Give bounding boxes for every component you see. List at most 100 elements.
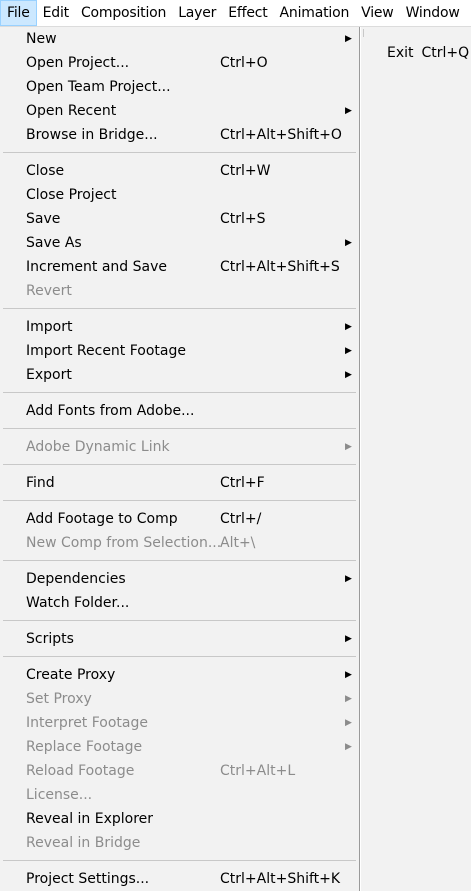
menu-separator xyxy=(0,459,359,471)
menu-item-shortcut: Ctrl+Alt+L xyxy=(220,763,296,779)
submenu-arrow-icon: ▶ xyxy=(345,106,352,116)
menu-item-label: New Comp from Selection... xyxy=(26,535,222,551)
menu-item-label: Save xyxy=(26,211,61,227)
menu-separator xyxy=(0,855,359,867)
menu-item-import-recent-footage[interactable]: Import Recent Footage ▶ xyxy=(0,339,359,363)
menu-item-shortcut: Ctrl+Q xyxy=(421,45,470,61)
submenu-arrow-icon: ▶ xyxy=(345,742,352,752)
menu-item-reveal-in-explorer[interactable]: Reveal in Explorer xyxy=(0,807,359,831)
submenu-arrow-icon: ▶ xyxy=(345,322,352,332)
separator-line xyxy=(3,620,356,621)
menu-item-label: Increment and Save xyxy=(26,259,167,275)
menu-item-label: Open Project... xyxy=(26,55,130,71)
menubar-window[interactable]: Window xyxy=(400,0,466,26)
submenu-arrow-icon: ▶ xyxy=(345,442,352,452)
menu-item-exit[interactable]: Exit Ctrl+Q xyxy=(387,41,469,65)
menubar-file[interactable]: File xyxy=(0,0,37,26)
menu-item-shortcut: Ctrl+S xyxy=(220,211,266,227)
menu-item-shortcut: Ctrl+W xyxy=(220,163,271,179)
submenu-arrow-icon: ▶ xyxy=(345,34,352,44)
menubar-effect[interactable]: Effect xyxy=(222,0,273,26)
menu-item-label: Revert xyxy=(26,283,72,299)
menu-item-adobe-dynamic-link: Adobe Dynamic Link ▶ xyxy=(0,435,359,459)
menu-item-add-fonts-from-adobe[interactable]: Add Fonts from Adobe... xyxy=(0,399,359,423)
menu-item-shortcut: Alt+\ xyxy=(220,535,256,551)
menu-item-shortcut: Ctrl+/ xyxy=(220,511,262,527)
separator-line xyxy=(3,500,356,501)
menu-item-label: Open Team Project... xyxy=(26,79,171,95)
menu-item-close-project[interactable]: Close Project xyxy=(0,183,359,207)
menu-item-label: Export xyxy=(26,367,72,383)
menu-item-shortcut: Ctrl+F xyxy=(220,475,265,491)
menu-bar: File Edit Composition Layer Effect Animation V… xyxy=(0,0,471,27)
menu-item-label: License... xyxy=(26,787,93,803)
menu-item-label: Dependencies xyxy=(26,571,126,587)
submenu-arrow-icon: ▶ xyxy=(345,574,352,584)
menu-item-replace-footage: Replace Footage ▶ xyxy=(0,735,359,759)
submenu-arrow-icon: ▶ xyxy=(345,634,352,644)
menu-item-label: Reveal in Explorer xyxy=(26,811,154,827)
menu-item-label: Save As xyxy=(26,235,82,251)
separator-line xyxy=(3,656,356,657)
menu-separator xyxy=(0,423,359,435)
menu-item-label: Add Footage to Comp xyxy=(26,511,178,527)
menu-item-project-settings[interactable]: Project Settings... Ctrl+Alt+Shift+K xyxy=(0,867,359,891)
menu-item-new-comp-from-selection: New Comp from Selection... Alt+\ xyxy=(0,531,359,555)
menu-item-find[interactable]: Find Ctrl+F xyxy=(0,471,359,495)
menu-item-shortcut: Ctrl+Alt+Shift+S xyxy=(220,259,340,275)
menu-item-create-proxy[interactable]: Create Proxy ▶ xyxy=(0,663,359,687)
menu-item-increment-and-save[interactable]: Increment and Save Ctrl+Alt+Shift+S xyxy=(0,255,359,279)
menu-item-label: Open Recent xyxy=(26,103,117,119)
menu-item-label: Create Proxy xyxy=(26,667,116,683)
menubar-view[interactable]: View xyxy=(355,0,399,26)
file-menu-overflow-column: Exit Ctrl+Q xyxy=(361,27,471,891)
menu-item-label: Scripts xyxy=(26,631,74,647)
menubar-composition[interactable]: Composition xyxy=(75,0,172,26)
menubar-edit[interactable]: Edit xyxy=(37,0,75,26)
menu-item-label: Find xyxy=(26,475,55,491)
menu-item-save-as[interactable]: Save As ▶ xyxy=(0,231,359,255)
menu-item-watch-folder[interactable]: Watch Folder... xyxy=(0,591,359,615)
menu-item-label: Project Settings... xyxy=(26,871,150,887)
submenu-arrow-icon: ▶ xyxy=(345,694,352,704)
file-menu-dropdown: New ▶ Open Project... Ctrl+O Open Team Proje… xyxy=(0,27,360,891)
separator-line xyxy=(3,308,356,309)
menu-item-open-team-project[interactable]: Open Team Project... xyxy=(0,75,359,99)
separator-line xyxy=(3,560,356,561)
separator-line xyxy=(3,464,356,465)
menu-item-label: Watch Folder... xyxy=(26,595,130,611)
menu-separator xyxy=(0,651,359,663)
menu-item-browse-in-bridge[interactable]: Browse in Bridge... Ctrl+Alt+Shift+O xyxy=(0,123,359,147)
menu-item-reload-footage: Reload Footage Ctrl+Alt+L xyxy=(0,759,359,783)
menu-item-label: Adobe Dynamic Link xyxy=(26,439,170,455)
menu-separator xyxy=(0,147,359,159)
menu-item-open-recent[interactable]: Open Recent ▶ xyxy=(0,99,359,123)
menu-item-label: Set Proxy xyxy=(26,691,92,707)
menu-separator xyxy=(0,495,359,507)
menu-item-shortcut: Ctrl+Alt+Shift+O xyxy=(220,127,342,143)
menu-item-label: Reveal in Bridge xyxy=(26,835,141,851)
submenu-arrow-icon: ▶ xyxy=(345,718,352,728)
menu-item-label: Reload Footage xyxy=(26,763,135,779)
menu-item-export[interactable]: Export ▶ xyxy=(0,363,359,387)
menu-item-dependencies[interactable]: Dependencies ▶ xyxy=(0,567,359,591)
menu-item-license: License... xyxy=(0,783,359,807)
menu-item-add-footage-to-comp[interactable]: Add Footage to Comp Ctrl+/ xyxy=(0,507,359,531)
menu-separator xyxy=(0,387,359,399)
menu-item-label: Interpret Footage xyxy=(26,715,149,731)
menu-item-scripts[interactable]: Scripts ▶ xyxy=(0,627,359,651)
menu-item-interpret-footage: Interpret Footage ▶ xyxy=(0,711,359,735)
menu-item-new[interactable]: New ▶ xyxy=(0,27,359,51)
menubar-layer[interactable]: Layer xyxy=(172,0,222,26)
menu-item-label: New xyxy=(26,31,57,47)
menu-item-label: Exit xyxy=(387,45,414,61)
menu-item-save[interactable]: Save Ctrl+S xyxy=(0,207,359,231)
menu-separator xyxy=(0,555,359,567)
menubar-animation[interactable]: Animation xyxy=(274,0,356,26)
menu-item-label: Import Recent Footage xyxy=(26,343,187,359)
menu-separator xyxy=(0,303,359,315)
menu-item-open-project[interactable]: Open Project... Ctrl+O xyxy=(0,51,359,75)
submenu-arrow-icon: ▶ xyxy=(345,238,352,248)
menu-item-import[interactable]: Import ▶ xyxy=(0,315,359,339)
menu-item-close[interactable]: Close Ctrl+W xyxy=(0,159,359,183)
